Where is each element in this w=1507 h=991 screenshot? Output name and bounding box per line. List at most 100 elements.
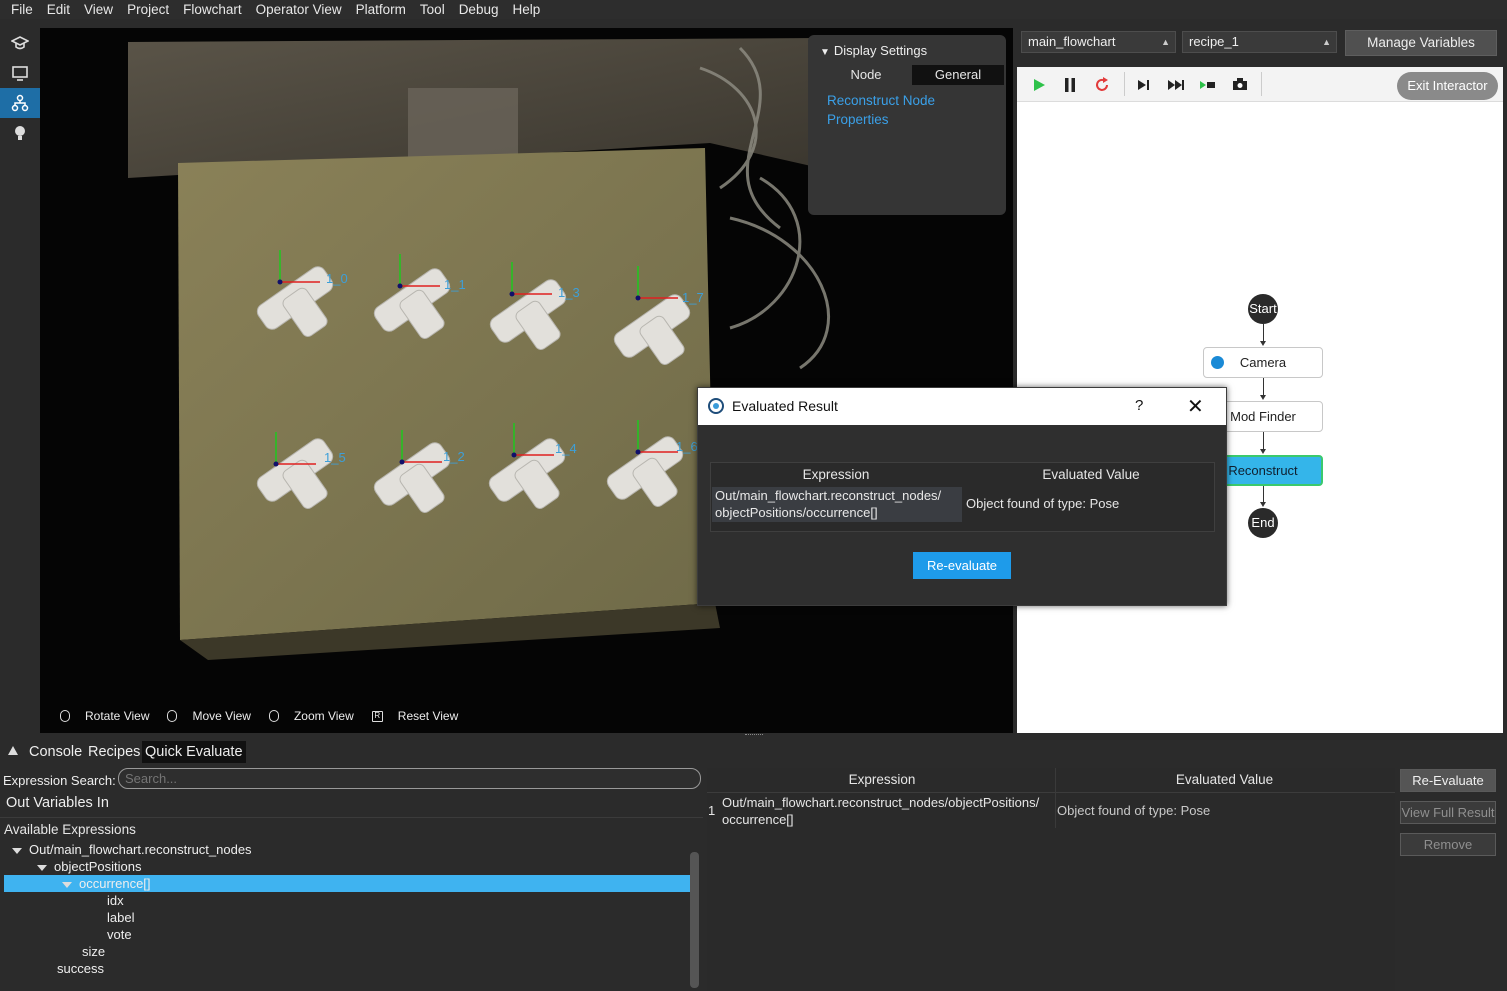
- recipe-select[interactable]: recipe_1 ▲: [1182, 31, 1337, 53]
- close-icon[interactable]: ✕: [1187, 394, 1204, 419]
- menu-tool[interactable]: Tool: [413, 1, 452, 18]
- fast-forward-icon[interactable]: [1166, 75, 1186, 95]
- restart-icon[interactable]: [1092, 75, 1112, 95]
- tree-node-idx[interactable]: idx: [107, 892, 124, 909]
- rail-ideas-button[interactable]: [0, 118, 40, 148]
- column-header-value: Evaluated Value: [1175, 772, 1274, 787]
- menu-operator-view[interactable]: Operator View: [249, 1, 349, 18]
- expression-cell[interactable]: Out/main_flowchart.reconstruct_nodes/ ob…: [712, 487, 962, 522]
- side-rail: [0, 28, 40, 733]
- pose-label: 1_3: [558, 285, 580, 300]
- tree-node-success[interactable]: success: [57, 960, 104, 977]
- view-controls: Rotate View Move View Zoom View R Reset V…: [60, 709, 476, 723]
- menu-debug[interactable]: Debug: [452, 1, 506, 18]
- connector-arrow: [1260, 341, 1266, 346]
- expand-arrow-icon[interactable]: [12, 847, 22, 854]
- re-evaluate-button[interactable]: Re-evaluate: [913, 552, 1011, 579]
- menu-project[interactable]: Project: [120, 1, 176, 18]
- tree-node-root[interactable]: Out/main_flowchart.reconstruct_nodes: [12, 841, 252, 858]
- menu-platform[interactable]: Platform: [349, 1, 413, 18]
- pose-label: 1_2: [443, 449, 465, 464]
- column-divider: [1055, 768, 1056, 828]
- tree-node-size[interactable]: size: [82, 943, 105, 960]
- remove-button[interactable]: Remove: [1400, 833, 1496, 856]
- move-view-hint: Move View: [167, 709, 251, 723]
- dialog-title-bar: Evaluated Result ? ✕: [698, 388, 1226, 425]
- tree-node-occurrence[interactable]: occurrence[]: [62, 875, 151, 892]
- display-settings-header[interactable]: ▼ Display Settings: [820, 43, 927, 58]
- menu-flowchart[interactable]: Flowchart: [176, 1, 249, 18]
- manage-variables-button[interactable]: Manage Variables: [1345, 30, 1497, 56]
- rail-flowchart-button[interactable]: [0, 88, 40, 118]
- zoom-view-hint: Zoom View: [268, 709, 354, 723]
- tab-node[interactable]: Node: [820, 65, 912, 85]
- menu-view[interactable]: View: [77, 1, 120, 18]
- tree-node-vote[interactable]: vote: [107, 926, 132, 943]
- connector: [1263, 324, 1264, 342]
- menu-file[interactable]: File: [4, 1, 40, 18]
- mouse-left-icon: [60, 710, 70, 722]
- spin-arrows-icon: ▲: [1161, 37, 1170, 47]
- toolbar-divider: [1261, 72, 1262, 96]
- pose-label: 1_5: [324, 450, 346, 465]
- spin-arrows-icon: ▲: [1322, 37, 1331, 47]
- re-evaluate-button[interactable]: Re-Evaluate: [1400, 769, 1496, 792]
- monitor-icon: [12, 66, 28, 81]
- reconstruct-node-properties-link[interactable]: Reconstruct Node Properties: [827, 91, 977, 129]
- flowchart-icon: [11, 94, 29, 112]
- flowchart-select[interactable]: main_flowchart ▲: [1021, 31, 1176, 53]
- collapse-panel-icon[interactable]: [8, 746, 18, 755]
- tab-recipes[interactable]: Recipes: [85, 741, 143, 763]
- triangle-down-icon: ▼: [820, 47, 830, 58]
- tree-node-label[interactable]: label: [107, 909, 134, 926]
- row-number: 1: [708, 803, 716, 818]
- expand-arrow-icon[interactable]: [37, 864, 47, 871]
- display-settings-tabs: Node General: [820, 65, 1004, 85]
- rotate-view-hint: Rotate View: [60, 709, 149, 723]
- available-expressions-label: Available Expressions: [4, 822, 136, 837]
- rail-operator-button[interactable]: [0, 58, 40, 88]
- pose-label: 1_0: [326, 271, 348, 286]
- rail-learn-button[interactable]: [0, 28, 40, 58]
- pause-icon[interactable]: [1060, 75, 1080, 95]
- menu-help[interactable]: Help: [505, 1, 547, 18]
- splitter-handle[interactable]: [745, 734, 763, 737]
- value-cell: Object found of type: Pose: [1057, 803, 1211, 818]
- mouse-right-icon: [167, 710, 178, 722]
- mouse-wheel-icon: [268, 710, 279, 722]
- expression-search-label: Expression Search:: [3, 773, 116, 788]
- view-full-result-button[interactable]: View Full Result: [1400, 801, 1496, 824]
- graduation-icon: [11, 36, 29, 50]
- key-r-icon: R: [371, 710, 383, 722]
- flow-node-camera[interactable]: Camera: [1203, 347, 1323, 378]
- capture-icon[interactable]: [1230, 75, 1250, 95]
- step-into-icon[interactable]: [1198, 75, 1218, 95]
- menu-bar: File Edit View Project Flowchart Operato…: [0, 0, 1507, 19]
- connector: [1263, 486, 1264, 502]
- connector: [1263, 378, 1264, 395]
- exit-interactor-button[interactable]: Exit Interactor: [1397, 72, 1498, 100]
- step-icon[interactable]: [1134, 75, 1154, 95]
- flow-node-end[interactable]: End: [1248, 508, 1278, 538]
- tab-console[interactable]: Console: [26, 741, 85, 763]
- header-divider: [707, 792, 1395, 793]
- pose-label: 1_6: [676, 439, 698, 454]
- bottom-tab-bar: Console Recipes Quick Evaluate: [0, 740, 1507, 764]
- connector-arrow: [1260, 395, 1266, 400]
- expression-tree: Available Expressions Out/main_flowchart…: [0, 817, 703, 991]
- reset-view-hint: R Reset View: [371, 709, 458, 723]
- tab-general[interactable]: General: [912, 65, 1004, 85]
- column-header-value: Evaluated Value: [1042, 467, 1140, 482]
- connector: [1263, 432, 1264, 449]
- tab-quick-evaluate[interactable]: Quick Evaluate: [142, 741, 246, 763]
- flow-node-start[interactable]: Start: [1248, 294, 1278, 324]
- tree-scrollbar[interactable]: [690, 852, 699, 988]
- menu-edit[interactable]: Edit: [40, 1, 77, 18]
- pose-label: 1_4: [555, 441, 577, 456]
- help-button[interactable]: ?: [1135, 397, 1143, 414]
- expression-search-input[interactable]: [118, 768, 701, 789]
- play-icon[interactable]: [1029, 75, 1049, 95]
- tree-node-object-positions[interactable]: objectPositions: [37, 858, 141, 875]
- expression-cell[interactable]: Out/main_flowchart.reconstruct_nodes/obj…: [722, 794, 1052, 828]
- expand-arrow-icon[interactable]: [62, 881, 72, 888]
